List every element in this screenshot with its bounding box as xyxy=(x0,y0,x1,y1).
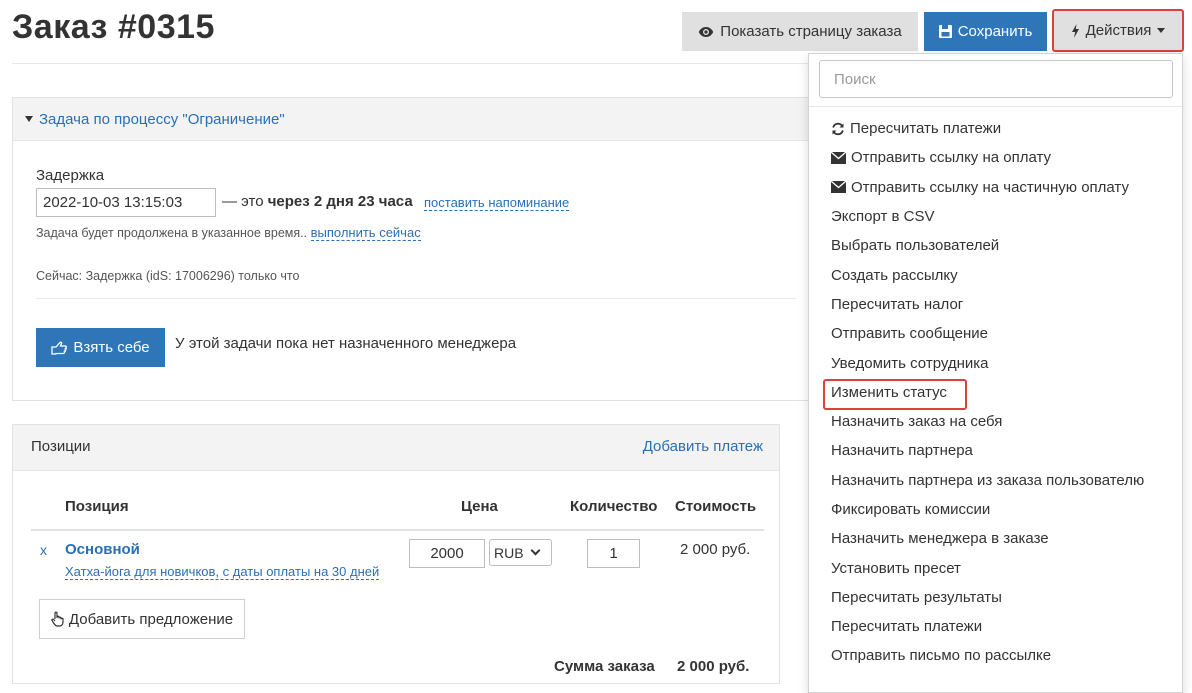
actions-menu-item-label: Отправить сообщение xyxy=(831,325,989,343)
add-payment-link[interactable]: Добавить платеж xyxy=(643,438,763,455)
column-header-quantity: Количество xyxy=(570,498,658,515)
envelope-icon xyxy=(831,181,846,194)
order-total-label: Сумма заказа xyxy=(554,658,655,675)
column-header-position: Позиция xyxy=(65,498,129,515)
envelope-icon xyxy=(831,151,846,164)
actions-menu-item-label: Назначить заказ на себя xyxy=(831,413,1003,431)
actions-menu-item[interactable]: Выбрать пользователей xyxy=(809,231,1182,260)
actions-label: Действия xyxy=(1085,22,1152,39)
remove-item-button[interactable]: x xyxy=(40,542,47,558)
task-note: Задача будет продолжена в указанное врем… xyxy=(36,225,421,241)
actions-menu-item[interactable]: Пересчитать платежи xyxy=(809,114,1182,143)
collapse-triangle-icon xyxy=(25,116,33,122)
order-total-value: 2 000 руб. xyxy=(677,658,750,675)
actions-menu-item[interactable]: Пересчитать результаты xyxy=(809,583,1182,612)
save-button[interactable]: Сохранить xyxy=(924,12,1047,51)
eye-icon xyxy=(698,26,714,38)
add-offer-label: Добавить предложение xyxy=(68,610,234,628)
actions-menu-item[interactable]: Назначить партнера из заказа пользовател… xyxy=(809,466,1182,495)
actions-menu-item-label: Отправить письмо по рассылке xyxy=(831,647,1052,665)
delay-relative-text: — это через 2 дня 23 часа xyxy=(222,193,413,210)
actions-menu-item[interactable]: Отправить письмо по рассылке xyxy=(809,641,1182,670)
actions-menu-item-label: Назначить партнера из заказа пользовател… xyxy=(831,471,1145,489)
save-label: Сохранить xyxy=(957,23,1033,40)
actions-menu-item-label: Пересчитать платежи xyxy=(831,618,983,636)
actions-menu-item[interactable]: Создать рассылку xyxy=(809,260,1182,289)
actions-menu-item-label: Отправить ссылку на оплату xyxy=(851,149,1052,167)
actions-menu-item[interactable]: Отправить ссылку на частичную оплату xyxy=(809,173,1182,202)
price-input[interactable] xyxy=(409,539,485,568)
actions-menu-item[interactable]: Отправить ссылку на оплату xyxy=(809,143,1182,172)
table-header-divider xyxy=(31,529,764,531)
actions-menu-item[interactable]: Изменить статус xyxy=(809,378,1182,410)
actions-menu-item[interactable]: Фиксировать комиссии xyxy=(809,495,1182,524)
page-title: Заказ #0315 xyxy=(12,8,215,46)
actions-menu-item[interactable]: Назначить менеджера в заказе xyxy=(809,524,1182,553)
actions-menu-item-label: Пересчитать налог xyxy=(831,295,964,313)
show-order-page-label: Показать страницу заказа xyxy=(720,23,902,40)
actions-menu-item-label: Пересчитать результаты xyxy=(831,588,1002,606)
set-reminder-link[interactable]: поставить напоминание xyxy=(424,195,570,211)
refresh-icon xyxy=(831,122,845,136)
take-task-label: Взять себе xyxy=(73,339,150,356)
task-divider xyxy=(36,298,796,299)
item-offer-link[interactable]: Хатха-йога для новичков, с даты оплаты н… xyxy=(65,564,380,580)
lightning-icon xyxy=(1071,23,1080,38)
actions-menu-item[interactable]: Установить пресет xyxy=(809,553,1182,582)
actions-menu-item-label: Выбрать пользователей xyxy=(831,237,1000,255)
task-panel-header[interactable]: Задача по процессу "Ограничение" xyxy=(13,98,808,141)
actions-search-input[interactable] xyxy=(819,60,1173,98)
task-panel: Задача по процессу "Ограничение" Задержк… xyxy=(12,97,809,401)
actions-menu-item-label: Пересчитать платежи xyxy=(850,120,1002,138)
actions-menu-item[interactable]: Пересчитать платежи xyxy=(809,612,1182,641)
actions-menu-item[interactable]: Экспорт в CSV xyxy=(809,202,1182,231)
add-offer-button[interactable]: Добавить предложение xyxy=(39,599,245,639)
chevron-down-icon xyxy=(530,545,541,556)
title-divider xyxy=(12,63,809,64)
actions-menu-item-label: Установить пресет xyxy=(831,559,961,577)
take-task-button[interactable]: Взять себе xyxy=(36,328,165,367)
actions-menu-item[interactable]: Уведомить сотрудника xyxy=(809,348,1182,377)
actions-menu-item-label: Назначить менеджера в заказе xyxy=(831,530,1049,548)
actions-dropdown-menu: Пересчитать платежи Отправить ссылку на о… xyxy=(808,53,1183,693)
item-name-link[interactable]: Основной xyxy=(65,541,140,558)
positions-panel: Позиции Добавить платеж Позиция Цена Кол… xyxy=(12,424,780,684)
delay-label: Задержка xyxy=(36,167,105,184)
item-cost: 2 000 руб. xyxy=(680,541,751,558)
actions-menu-item-label: Экспорт в CSV xyxy=(831,208,935,226)
actions-menu-item-label: Назначить партнера xyxy=(831,442,973,460)
quantity-input[interactable] xyxy=(587,539,640,568)
actions-menu-item[interactable]: Назначить заказ на себя xyxy=(809,407,1182,436)
column-header-price: Цена xyxy=(461,498,498,515)
hand-pointer-icon xyxy=(51,611,65,627)
caret-down-icon xyxy=(1157,28,1166,33)
actions-menu-item[interactable]: Отправить сообщение xyxy=(809,319,1182,348)
show-order-page-button[interactable]: Показать страницу заказа xyxy=(682,12,918,51)
floppy-disk-icon xyxy=(938,25,952,38)
actions-menu-item[interactable]: Назначить партнера xyxy=(809,436,1182,465)
actions-dropdown-button[interactable]: Действия xyxy=(1052,9,1184,52)
delay-datetime-input[interactable] xyxy=(36,188,216,217)
dropdown-divider xyxy=(809,106,1182,107)
delay-relative-bold: через 2 дня 23 часа xyxy=(267,193,413,210)
task-note-text: Задача будет продолжена в указанное врем… xyxy=(36,226,308,240)
actions-menu-list: Пересчитать платежи Отправить ссылку на о… xyxy=(809,114,1182,671)
actions-menu-item-label: Уведомить сотрудника xyxy=(831,354,989,372)
currency-value: RUB xyxy=(494,544,524,561)
run-now-link[interactable]: выполнить сейчас xyxy=(310,225,421,241)
currency-select[interactable]: RUB xyxy=(489,539,552,566)
column-header-cost: Стоимость xyxy=(675,498,757,515)
no-manager-text: У этой задачи пока нет назначенного мене… xyxy=(175,335,517,352)
actions-menu-item[interactable]: Пересчитать налог xyxy=(809,290,1182,319)
task-header-link[interactable]: Задача по процессу "Ограничение" xyxy=(39,111,285,128)
delay-prefix: — это xyxy=(222,193,264,210)
actions-menu-item-label: Изменить статус xyxy=(831,383,947,401)
task-current-status: Сейчас: Задержка (idS: 17006296) только … xyxy=(36,269,300,283)
hand-pointer-icon xyxy=(51,341,68,355)
positions-header: Позиции Добавить платеж xyxy=(13,425,779,471)
actions-menu-item-label: Фиксировать комиссии xyxy=(831,501,991,518)
actions-menu-item-label: Отправить ссылку на частичную оплату xyxy=(851,178,1129,196)
positions-title: Позиции xyxy=(31,438,91,455)
actions-menu-item-label: Создать рассылку xyxy=(831,266,958,284)
